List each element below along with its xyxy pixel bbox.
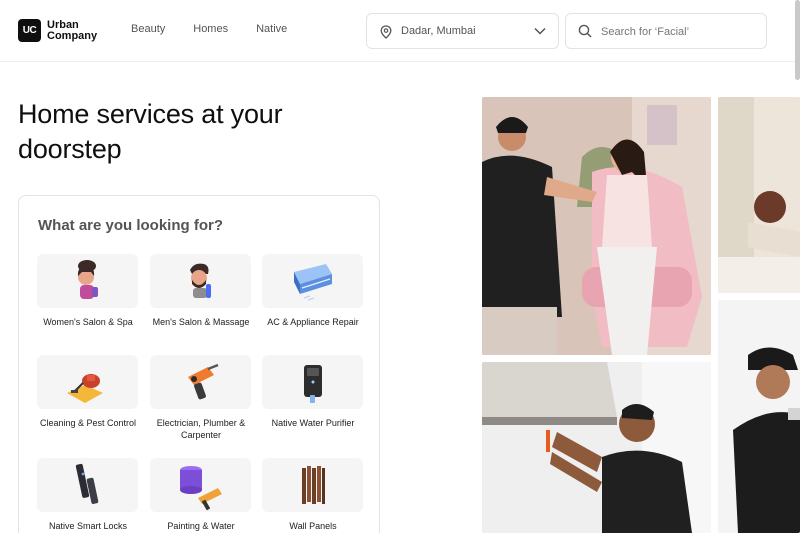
- page-title: Home services at your doorstep: [18, 99, 283, 164]
- top-header: UC Urban Company Beauty Homes Native Dad…: [0, 0, 800, 62]
- wall-panel-icon: [302, 466, 325, 504]
- service-painting[interactable]: Painting & Water: [150, 458, 252, 532]
- service-image: [150, 355, 251, 409]
- location-text: Dadar, Mumbai: [401, 25, 476, 37]
- hero-photo-repair: [482, 362, 711, 533]
- hero-photo-spa: [718, 97, 800, 293]
- service-label: Wall Panels: [289, 521, 337, 531]
- ac-unit-icon: [294, 264, 332, 301]
- drill-icon: [188, 363, 219, 400]
- logo-mark: UC: [18, 19, 41, 42]
- service-image: [150, 254, 251, 308]
- nav-native[interactable]: Native: [256, 23, 287, 35]
- search-input[interactable]: [601, 23, 756, 41]
- service-water-purifier[interactable]: Native Water Purifier: [262, 355, 364, 429]
- service-smart-locks[interactable]: Native Smart Locks: [37, 458, 139, 532]
- urban-company-logo[interactable]: UC Urban Company: [18, 19, 97, 42]
- service-label: Painting & Water: [167, 521, 235, 531]
- man-salon-icon: [190, 263, 211, 298]
- search-box[interactable]: [565, 13, 767, 49]
- service-label: Electrician, Plumber & Carpenter: [156, 418, 246, 440]
- service-label: Native Water Purifier: [271, 418, 355, 428]
- logo-line-2: Company: [47, 29, 98, 42]
- woman-salon-icon: [77, 260, 98, 299]
- service-electrician[interactable]: Electrician, Plumber & Carpenter: [150, 355, 252, 441]
- technician-photo: [718, 300, 800, 533]
- service-image: [262, 458, 363, 512]
- logo-line-1: Urban: [47, 18, 79, 31]
- service-label: Women's Salon & Spa: [43, 317, 133, 327]
- nav-beauty[interactable]: Beauty: [131, 23, 165, 35]
- location-pin-icon: [380, 25, 392, 39]
- search-icon: [578, 24, 592, 38]
- services-card: What are you looking for? Women's Salon …: [18, 195, 380, 533]
- service-image: [150, 458, 251, 512]
- nav-homes[interactable]: Homes: [193, 23, 228, 35]
- location-selector[interactable]: Dadar, Mumbai: [366, 13, 559, 49]
- beauty-service-photo: [482, 97, 711, 355]
- paint-bucket-icon: [180, 466, 222, 511]
- service-cleaning[interactable]: Cleaning & Pest Control: [37, 355, 139, 429]
- logo-text: Urban Company: [47, 18, 98, 42]
- services-title: What are you looking for?: [38, 217, 224, 234]
- hero-photo-beauty: [482, 97, 711, 355]
- service-image: [37, 355, 138, 409]
- service-womens-salon[interactable]: Women's Salon & Spa: [37, 254, 139, 328]
- service-image: [262, 355, 363, 409]
- service-label: Native Smart Locks: [48, 521, 128, 531]
- hero-photo-technician: [718, 300, 800, 533]
- spa-service-photo: [718, 97, 800, 293]
- vacuum-cleaner-icon: [67, 374, 103, 403]
- page-scrollbar[interactable]: [795, 0, 800, 80]
- service-label: Men's Salon & Massage: [152, 317, 250, 327]
- chevron-down-icon: [534, 27, 546, 35]
- repair-service-photo: [482, 362, 711, 533]
- smart-lock-icon: [75, 463, 99, 504]
- service-mens-salon[interactable]: Men's Salon & Massage: [150, 254, 252, 328]
- service-label: AC & Appliance Repair: [267, 317, 359, 327]
- service-image: [37, 458, 138, 512]
- service-image: [262, 254, 363, 308]
- top-nav: Beauty Homes Native: [131, 23, 315, 35]
- service-label: Cleaning & Pest Control: [39, 418, 137, 428]
- service-ac-repair[interactable]: AC & Appliance Repair: [262, 254, 364, 328]
- water-purifier-icon: [304, 365, 322, 403]
- service-image: [37, 254, 138, 308]
- service-wall-panels[interactable]: Wall Panels: [262, 458, 364, 532]
